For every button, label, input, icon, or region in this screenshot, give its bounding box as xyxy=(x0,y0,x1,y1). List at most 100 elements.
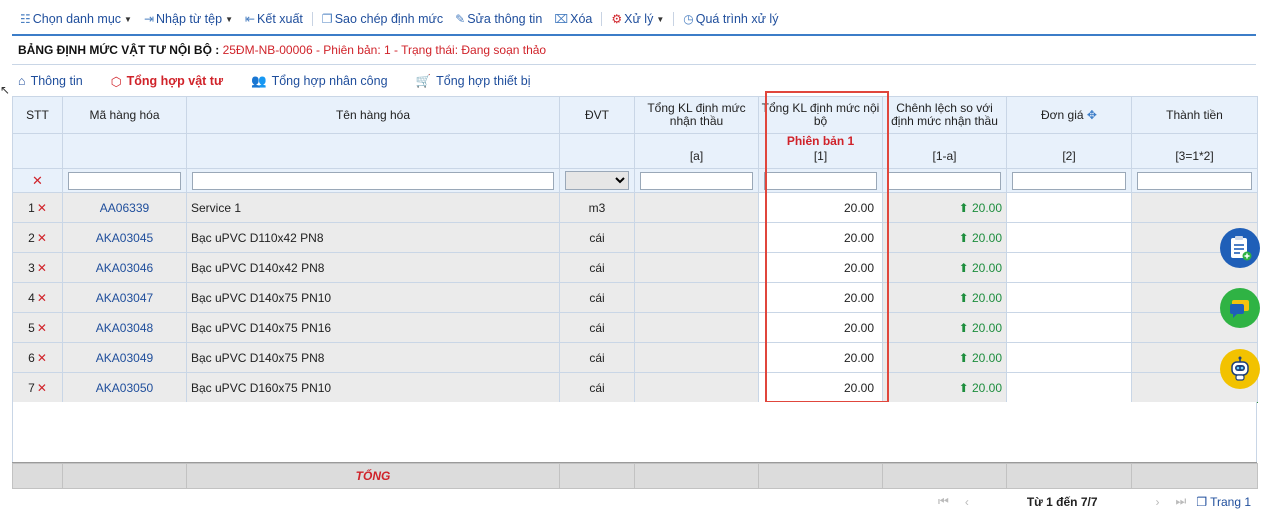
row-unit-price-input[interactable] xyxy=(1006,312,1132,343)
row-diff: ⬆ 20.00 xyxy=(882,192,1007,223)
toolbar-divider xyxy=(673,12,675,26)
filter-internal-total-input[interactable] xyxy=(764,171,877,190)
row-stt: 2 ✕ xyxy=(12,222,63,253)
import-file-button[interactable]: ⇥ Nhập từ tệp ▼ xyxy=(138,12,239,26)
process-history-button[interactable]: ◷ Quá trình xử lý xyxy=(677,12,784,26)
table-row[interactable]: 3 ✕ AKA03046 Bạc uPVC D140x42 PN8 cái 20.00 ⬆ … xyxy=(12,252,1258,283)
row-name: Bạc uPVC D140x75 PN10 xyxy=(186,282,560,313)
row-code[interactable]: AKA03048 xyxy=(62,312,187,343)
last-page-icon[interactable]: ⏭ xyxy=(1176,494,1187,509)
row-code[interactable]: AKA03046 xyxy=(62,252,187,283)
table-row[interactable]: 7 ✕ AKA03050 Bạc uPVC D160x75 PN10 cái 20.00 ⬆… xyxy=(12,372,1258,403)
delete-row-icon[interactable]: ✕ xyxy=(37,231,47,245)
process-button[interactable]: ⚙ Xử lý ▼ xyxy=(605,12,670,26)
material-grid: STT Mã hàng hóa Tên hàng hóa ĐVT Tổng KL… xyxy=(12,96,1258,403)
row-internal-total-input[interactable]: 20.00 xyxy=(758,312,883,343)
row-unit-price-input[interactable] xyxy=(1006,222,1132,253)
tab-bar: ⌂ Thông tin ⬡ Tổng hợp vật tư 👥 Tổng hợp… xyxy=(14,71,534,91)
row-bid-total xyxy=(634,252,759,283)
process-icon: ⚙ xyxy=(611,12,623,26)
row-code[interactable]: AKA03045 xyxy=(62,222,187,253)
row-internal-total-input[interactable]: 20.00 xyxy=(758,372,883,403)
clipboard-add-button[interactable] xyxy=(1220,228,1260,268)
filter-diff-input[interactable] xyxy=(888,171,1001,190)
filter-amount-input[interactable] xyxy=(1137,171,1252,190)
page-selector[interactable]: ❐ Trang 1 xyxy=(1196,495,1251,509)
page-range: Từ 1 đến 7/7 xyxy=(1026,494,1098,509)
export-button[interactable]: ⇤ Kết xuất xyxy=(239,12,309,26)
header-row: STT Mã hàng hóa Tên hàng hóa ĐVT Tổng KL… xyxy=(12,96,1258,134)
row-unit-price-input[interactable] xyxy=(1006,342,1132,373)
row-unit-price-input[interactable] xyxy=(1006,252,1132,283)
document-label: BẢNG ĐỊNH MỨC VẬT TƯ NỘI BỘ : xyxy=(18,43,220,57)
move-icon[interactable]: ✥ xyxy=(1087,108,1097,122)
tab-material-summary[interactable]: ⬡ Tổng hợp vật tư xyxy=(107,71,227,91)
row-stt: 7 ✕ xyxy=(12,372,63,403)
filter-unit-price-input[interactable] xyxy=(1012,171,1126,190)
delete-button[interactable]: ⌧ Xóa xyxy=(548,12,598,26)
robot-assistant-button[interactable] xyxy=(1220,349,1260,389)
row-code[interactable]: AKA03049 xyxy=(62,342,187,373)
chat-button[interactable] xyxy=(1220,288,1260,328)
row-bid-total xyxy=(634,372,759,403)
tab-info[interactable]: ⌂ Thông tin xyxy=(14,71,87,91)
delete-row-icon[interactable]: ✕ xyxy=(37,261,47,275)
copy-norm-button[interactable]: ❐ Sao chép định mức xyxy=(316,12,449,26)
prev-page-icon[interactable]: ‹ xyxy=(965,495,969,509)
first-page-icon[interactable]: ⏮ xyxy=(938,494,949,509)
subheader-bid-total: [a] xyxy=(634,133,759,169)
col-header-internal-total: Tổng KL định mức nội bộ xyxy=(758,96,883,134)
table-row[interactable]: 4 ✕ AKA03047 Bạc uPVC D140x75 PN10 cái 20.00 ⬆… xyxy=(12,282,1258,313)
table-row[interactable]: 5 ✕ AKA03048 Bạc uPVC D140x75 PN16 cái 20.00 ⬆… xyxy=(12,312,1258,343)
chat-icon xyxy=(1230,300,1249,318)
document-info: 25ĐM-NB-00006 - Phiên bản: 1 - Trạng thá… xyxy=(222,43,547,57)
cart-icon: 🛒 xyxy=(415,73,432,88)
row-name: Service 1 xyxy=(186,192,560,223)
table-row[interactable]: 2 ✕ AKA03045 Bạc uPVC D110x42 PN8 cái 20.00 ⬆ … xyxy=(12,222,1258,253)
row-diff: ⬆ 20.00 xyxy=(882,372,1007,403)
row-internal-total-input[interactable]: 20.00 xyxy=(758,342,883,373)
row-unit-price-input[interactable] xyxy=(1006,192,1132,223)
next-page-icon[interactable]: › xyxy=(1156,495,1160,509)
row-name: Bạc uPVC D160x75 PN10 xyxy=(186,372,560,403)
grid-empty-area xyxy=(12,402,1257,464)
subheader-unit-price: [2] xyxy=(1006,133,1132,169)
row-internal-total-input[interactable]: 20.00 xyxy=(758,192,883,223)
subheader-amount: [3=1*2] xyxy=(1131,133,1258,169)
row-unit-price-input[interactable] xyxy=(1006,372,1132,403)
row-code[interactable]: AA06339 xyxy=(62,192,187,223)
delete-row-icon[interactable]: ✕ xyxy=(37,291,47,305)
toolbar-divider-line xyxy=(12,34,1256,36)
filter-name-input[interactable] xyxy=(192,171,554,190)
filter-code-input[interactable] xyxy=(68,171,181,190)
row-unit: cái xyxy=(559,222,635,253)
clear-filter-icon[interactable]: ✕ xyxy=(32,173,43,188)
delete-row-icon[interactable]: ✕ xyxy=(37,351,47,365)
edit-info-button[interactable]: ✎ Sửa thông tin xyxy=(449,12,548,26)
arrow-up-icon: ⬆ xyxy=(958,260,969,275)
row-unit: cái xyxy=(559,252,635,283)
delete-row-icon[interactable]: ✕ xyxy=(37,381,47,395)
row-internal-total-input[interactable]: 20.00 xyxy=(758,252,883,283)
row-bid-total xyxy=(634,282,759,313)
row-code[interactable]: AKA03047 xyxy=(62,282,187,313)
arrow-up-icon: ⬆ xyxy=(958,290,969,305)
arrow-up-icon: ⬆ xyxy=(958,350,969,365)
delete-row-icon[interactable]: ✕ xyxy=(37,321,47,335)
table-row[interactable]: 1 ✕ AA06339 Service 1 m3 20.00 ⬆ 20.00 xyxy=(12,192,1258,223)
robot-icon xyxy=(1231,356,1249,381)
row-internal-total-input[interactable]: 20.00 xyxy=(758,222,883,253)
row-unit: m3 xyxy=(559,192,635,223)
tab-labor-summary[interactable]: 👥 Tổng hợp nhân công xyxy=(247,71,392,91)
delete-icon: ⌧ xyxy=(554,12,569,26)
tab-equipment-summary[interactable]: 🛒 Tổng hợp thiết bị xyxy=(412,71,535,91)
choose-category-button[interactable]: ☷ Chọn danh mục ▼ xyxy=(14,12,138,26)
table-row[interactable]: 6 ✕ AKA03049 Bạc uPVC D140x75 PN8 cái 20.00 ⬆ … xyxy=(12,342,1258,373)
row-internal-total-input[interactable]: 20.00 xyxy=(758,282,883,313)
row-code[interactable]: AKA03050 xyxy=(62,372,187,403)
row-unit-price-input[interactable] xyxy=(1006,282,1132,313)
filter-unit-select[interactable] xyxy=(565,171,629,190)
delete-row-icon[interactable]: ✕ xyxy=(37,201,47,215)
filter-bid-total-input[interactable] xyxy=(640,171,753,190)
row-bid-total xyxy=(634,342,759,373)
